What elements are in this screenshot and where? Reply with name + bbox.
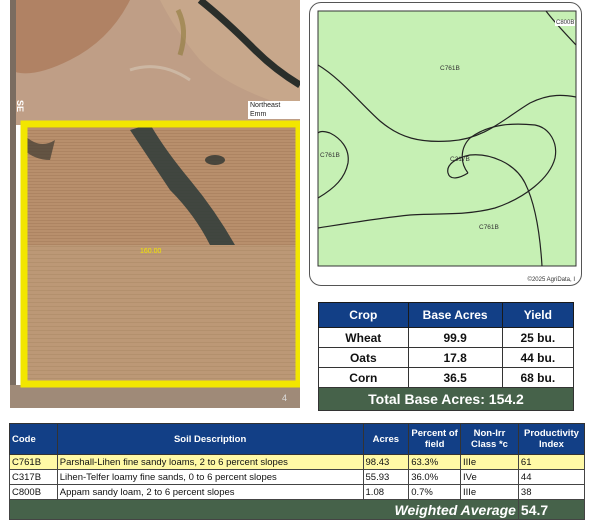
- soil-label-c317b: C317B: [450, 156, 470, 163]
- soil-code: C761B: [9, 454, 58, 470]
- soil-description: Appam sandy loam, 2 to 6 percent slopes: [56, 484, 364, 500]
- aerial-image: Northeast Emm SE 160.00 4: [10, 0, 300, 408]
- table-row: Oats 17.8 44 bu.: [318, 347, 575, 368]
- soil-percent: 0.7%: [408, 484, 462, 500]
- soil-code: C800B: [9, 484, 58, 500]
- total-value: 154.2: [488, 391, 524, 407]
- crop-name: Wheat: [318, 327, 409, 348]
- soil-label-c761b: C761B: [479, 224, 499, 231]
- soil-class: IIIe: [460, 454, 519, 470]
- column-header-acres: Acres: [362, 423, 410, 455]
- productivity-index: 61: [517, 454, 586, 470]
- weighted-average-label: Weighted Average: [9, 499, 519, 520]
- aerial-photo: [10, 0, 300, 408]
- productivity-index: 38: [517, 484, 586, 500]
- total-base-acres-row: Total Base Acres: 154.2: [318, 387, 574, 411]
- soil-percent: 36.0%: [408, 469, 462, 485]
- yield: 44 bu.: [501, 347, 575, 368]
- column-header-productivity: Productivity Index: [517, 423, 586, 455]
- road-side-label: SE: [15, 100, 25, 113]
- field-acres-label: 160.00: [140, 248, 162, 255]
- table-row: C761B Parshall-Lihen fine sandy loams, 2…: [9, 454, 586, 470]
- soil-map-area: [317, 10, 577, 267]
- soil-label-c761b: C761B: [440, 65, 460, 72]
- column-header-crop: Crop: [318, 302, 409, 328]
- table-header-row: Crop Base Acres Yield: [318, 302, 575, 328]
- crop-name: Corn: [318, 367, 409, 388]
- road-name-label: Northeast Emm: [248, 101, 300, 119]
- table-row: Wheat 99.9 25 bu.: [318, 327, 575, 348]
- soil-acres: 1.08: [362, 484, 410, 500]
- soil-description: Parshall-Lihen fine sandy loams, 2 to 6 …: [56, 454, 364, 470]
- table-row: C317B Lihen-Telfer loamy fine sands, 0 t…: [9, 469, 586, 485]
- column-header-soil-description: Soil Description: [56, 423, 364, 455]
- soil-code: C317B: [9, 469, 58, 485]
- soil-acres: 55.93: [362, 469, 410, 485]
- soil-map-drawing: [317, 10, 577, 267]
- yield: 25 bu.: [501, 327, 575, 348]
- column-header-yield: Yield: [501, 302, 575, 328]
- crop-name: Oats: [318, 347, 409, 368]
- weighted-average-value: 54.7: [517, 499, 586, 520]
- soil-map: C761B C761B C317B C761B C800B ©2025 Agri…: [309, 2, 582, 286]
- column-header-base-acres: Base Acres: [407, 302, 503, 328]
- copyright-notice: ©2025 AgriData, I: [527, 277, 575, 283]
- soil-description-table: Code Soil Description Acres Percent of f…: [9, 423, 586, 520]
- section-number-label: 4: [282, 393, 288, 403]
- crop-base-acres-table: Crop Base Acres Yield Wheat 99.9 25 bu. …: [318, 302, 575, 411]
- table-row: C800B Appam sandy loam, 2 to 6 percent s…: [9, 484, 586, 500]
- weighted-average-row: Weighted Average 54.7: [9, 499, 586, 520]
- soil-acres: 98.43: [362, 454, 410, 470]
- productivity-index: 44: [517, 469, 586, 485]
- soil-label-c800b: C800B: [555, 20, 576, 26]
- column-header-code: Code: [9, 423, 58, 455]
- base-acres: 17.8: [407, 347, 503, 368]
- yield: 68 bu.: [501, 367, 575, 388]
- total-label: Total Base Acres:: [368, 391, 485, 407]
- soil-class: IVe: [460, 469, 519, 485]
- column-header-class: Non-Irr Class *c: [460, 423, 519, 455]
- column-header-percent: Percent of field: [408, 423, 462, 455]
- soil-percent: 63.3%: [408, 454, 462, 470]
- base-acres: 99.9: [407, 327, 503, 348]
- soil-label-c761b: C761B: [320, 152, 340, 159]
- table-row: Corn 36.5 68 bu.: [318, 367, 575, 388]
- total-base-acres: Total Base Acres: 154.2: [318, 387, 574, 411]
- soil-description: Lihen-Telfer loamy fine sands, 0 to 6 pe…: [56, 469, 364, 485]
- table-header-row: Code Soil Description Acres Percent of f…: [9, 423, 586, 455]
- base-acres: 36.5: [407, 367, 503, 388]
- soil-class: IIIe: [460, 484, 519, 500]
